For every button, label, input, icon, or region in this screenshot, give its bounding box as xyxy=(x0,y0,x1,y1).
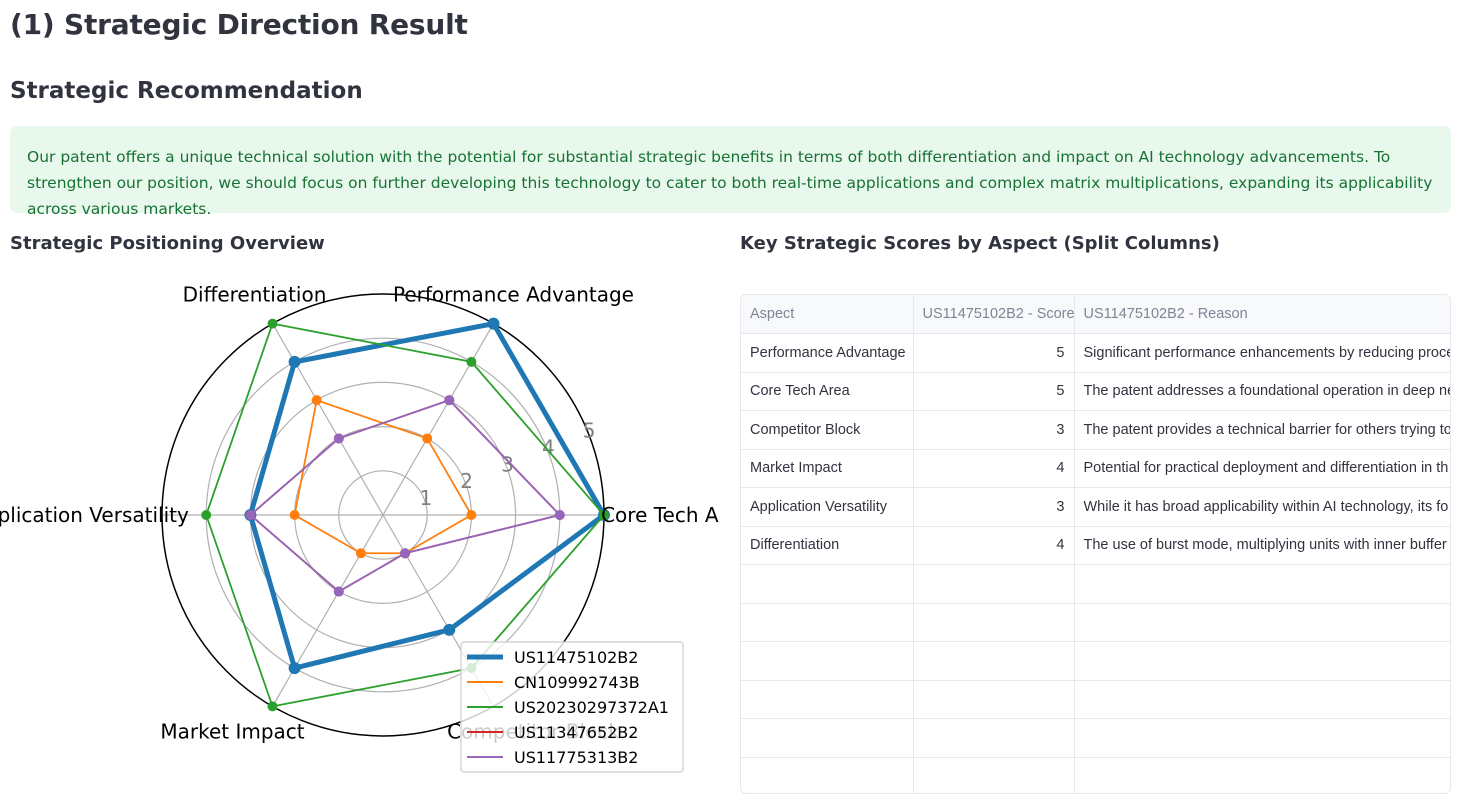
data-point xyxy=(356,548,366,558)
data-point xyxy=(466,510,476,520)
data-point xyxy=(334,433,344,443)
cell-score[interactable]: 4 xyxy=(913,449,1074,488)
axis-label: Core Tech Area xyxy=(601,503,720,527)
data-point xyxy=(443,624,455,636)
cell-reason[interactable]: While it has broad applicability within … xyxy=(1074,488,1451,527)
recommendation-heading: Strategic Recommendation xyxy=(10,78,363,104)
empty-cell xyxy=(741,757,913,794)
empty-row xyxy=(741,603,1451,642)
empty-row xyxy=(741,757,1451,794)
empty-cell xyxy=(741,719,913,758)
data-point xyxy=(400,548,410,558)
data-point xyxy=(268,319,278,329)
empty-cell xyxy=(1074,603,1451,642)
data-point xyxy=(289,662,301,674)
cell-score[interactable]: 5 xyxy=(913,334,1074,373)
data-point xyxy=(466,357,476,367)
table-header-row: Aspect US11475102B2 - Score US11475102B2… xyxy=(741,295,1451,334)
table-row[interactable]: Differentiation 4 The use of burst mode,… xyxy=(741,526,1451,565)
data-point xyxy=(201,510,211,520)
cell-score[interactable]: 3 xyxy=(913,488,1074,527)
table-row[interactable]: Competitor Block 3 The patent provides a… xyxy=(741,411,1451,450)
empty-cell xyxy=(1074,757,1451,794)
radial-tick-label: 2 xyxy=(460,469,473,493)
legend-label: US11475102B2 xyxy=(514,648,638,667)
cell-reason[interactable]: The use of burst mode, multiplying units… xyxy=(1074,526,1451,565)
radar-spoke xyxy=(273,515,384,706)
column-header-aspect[interactable]: Aspect xyxy=(741,295,913,334)
cell-aspect[interactable]: Core Tech Area xyxy=(741,372,913,411)
column-header-score[interactable]: US11475102B2 - Score xyxy=(913,295,1074,334)
empty-row xyxy=(741,680,1451,719)
table-row[interactable]: Core Tech Area 5 The patent addresses a … xyxy=(741,372,1451,411)
empty-cell xyxy=(741,680,913,719)
cell-reason[interactable]: The patent provides a technical barrier … xyxy=(1074,411,1451,450)
table-row[interactable]: Market Impact 4 Potential for practical … xyxy=(741,449,1451,488)
cell-score[interactable]: 4 xyxy=(913,526,1074,565)
data-point xyxy=(290,510,300,520)
empty-cell xyxy=(913,719,1074,758)
cell-aspect[interactable]: Application Versatility xyxy=(741,488,913,527)
legend-label: US11775313B2 xyxy=(514,748,638,767)
data-point xyxy=(289,356,301,368)
empty-cell xyxy=(913,680,1074,719)
cell-aspect[interactable]: Competitor Block xyxy=(741,411,913,450)
data-point xyxy=(312,395,322,405)
table-row[interactable]: Performance Advantage 5 Significant perf… xyxy=(741,334,1451,373)
scores-table-title: Key Strategic Scores by Aspect (Split Co… xyxy=(740,233,1220,254)
radar-spoke xyxy=(383,324,494,515)
data-point xyxy=(245,510,255,520)
axis-label: Market Impact xyxy=(160,719,304,743)
empty-cell xyxy=(1074,680,1451,719)
empty-cell xyxy=(913,757,1074,794)
radar-chart-title: Strategic Positioning Overview xyxy=(10,233,325,254)
axis-label: Performance Advantage xyxy=(393,283,634,307)
data-point xyxy=(334,587,344,597)
empty-cell xyxy=(1074,642,1451,681)
empty-cell xyxy=(1074,565,1451,604)
radial-tick-label: 1 xyxy=(419,486,432,510)
empty-cell xyxy=(741,603,913,642)
recommendation-callout: Our patent offers a unique technical sol… xyxy=(10,126,1451,213)
empty-cell xyxy=(741,642,913,681)
axis-label: Application Versatility xyxy=(0,503,189,527)
data-point xyxy=(422,433,432,443)
cell-aspect[interactable]: Differentiation xyxy=(741,526,913,565)
recommendation-text: Our patent offers a unique technical sol… xyxy=(27,148,1432,218)
empty-row xyxy=(741,565,1451,604)
data-point xyxy=(488,318,500,330)
page-title: (1) Strategic Direction Result xyxy=(10,8,468,41)
radial-tick-label: 5 xyxy=(583,418,596,442)
data-point xyxy=(444,395,454,405)
cell-score[interactable]: 5 xyxy=(913,372,1074,411)
legend-label: US11347652B2 xyxy=(514,723,638,742)
cell-score[interactable]: 3 xyxy=(913,411,1074,450)
empty-cell xyxy=(913,565,1074,604)
radar-chart: 12345Core Tech AreaPerformance Advantage… xyxy=(0,265,720,787)
empty-row xyxy=(741,642,1451,681)
empty-cell xyxy=(913,642,1074,681)
cell-reason[interactable]: Potential for practical deployment and d… xyxy=(1074,449,1451,488)
empty-cell xyxy=(741,565,913,604)
cell-aspect[interactable]: Market Impact xyxy=(741,449,913,488)
empty-cell xyxy=(1074,719,1451,758)
axis-label: Differentiation xyxy=(183,283,327,307)
table-row[interactable]: Application Versatility 3 While it has b… xyxy=(741,488,1451,527)
radar-spoke xyxy=(273,324,384,515)
cell-reason[interactable]: The patent addresses a foundational oper… xyxy=(1074,372,1451,411)
column-header-reason[interactable]: US11475102B2 - Reason xyxy=(1074,295,1451,334)
cell-reason[interactable]: Significant performance enhancements by … xyxy=(1074,334,1451,373)
legend-label: US20230297372A1 xyxy=(514,698,669,717)
empty-row xyxy=(741,719,1451,758)
legend-label: CN109992743B xyxy=(514,673,640,692)
data-point xyxy=(268,701,278,711)
scores-table[interactable]: Aspect US11475102B2 - Score US11475102B2… xyxy=(740,294,1451,794)
cell-aspect[interactable]: Performance Advantage xyxy=(741,334,913,373)
empty-cell xyxy=(913,603,1074,642)
data-point xyxy=(555,510,565,520)
